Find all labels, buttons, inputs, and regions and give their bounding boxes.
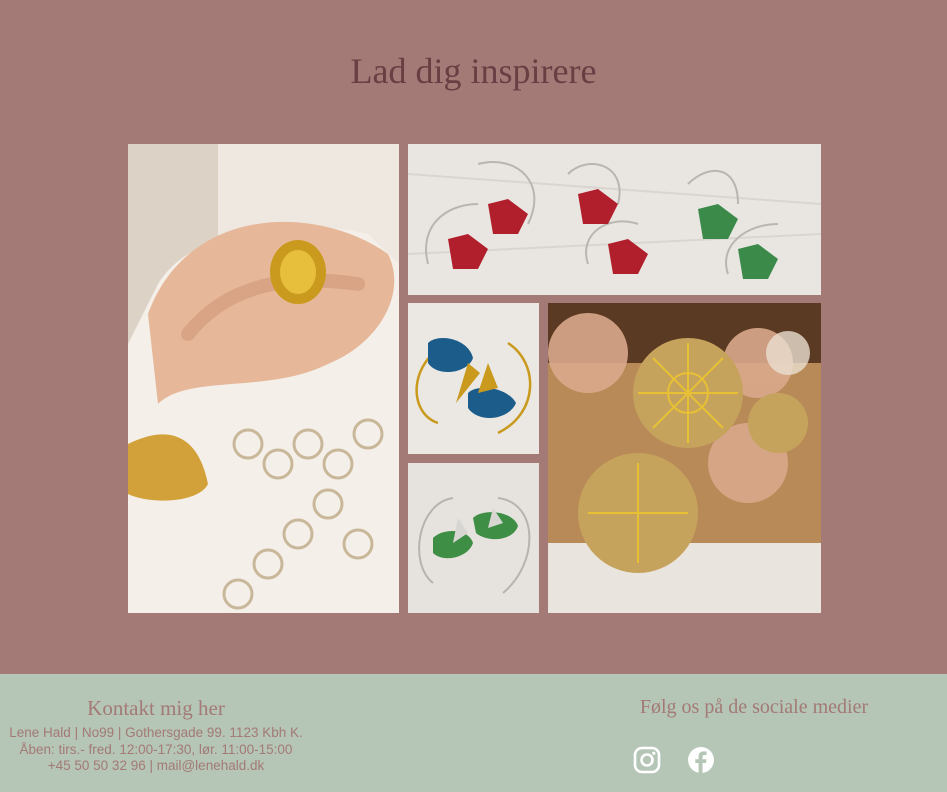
mesh-flower-necklace-photo[interactable]: [548, 303, 821, 613]
contact-title: Kontakt mig her: [87, 696, 225, 720]
green-earrings-photo[interactable]: [408, 463, 539, 613]
opening-hours: Åben: tirs.- fred. 12:00-17:30, lør. 11:…: [19, 741, 293, 757]
social-section: Følg os på de sociale medier: [570, 696, 938, 719]
contact-section: Kontakt mig her Lene Hald | No99 | Gothe…: [0, 696, 312, 775]
footer: Kontakt mig her Lene Hald | No99 | Gothe…: [0, 674, 947, 792]
blue-earrings-photo[interactable]: [408, 303, 539, 454]
main-section: Lad dig inspirere: [0, 0, 947, 674]
contact-address: Lene Hald | No99 | Gothersgade 99. 1123 …: [9, 725, 303, 740]
contact-phone-email[interactable]: +45 50 50 32 96 | mail@lenehald.dk: [0, 758, 312, 775]
ring-and-necklace-photo[interactable]: [128, 144, 399, 613]
page-title: Lad dig inspirere: [350, 51, 597, 91]
social-title: Følg os på de sociale medier: [639, 696, 869, 718]
facebook-icon[interactable]: [687, 746, 715, 774]
instagram-icon[interactable]: [633, 746, 661, 774]
red-green-earrings-photo[interactable]: [408, 144, 821, 295]
